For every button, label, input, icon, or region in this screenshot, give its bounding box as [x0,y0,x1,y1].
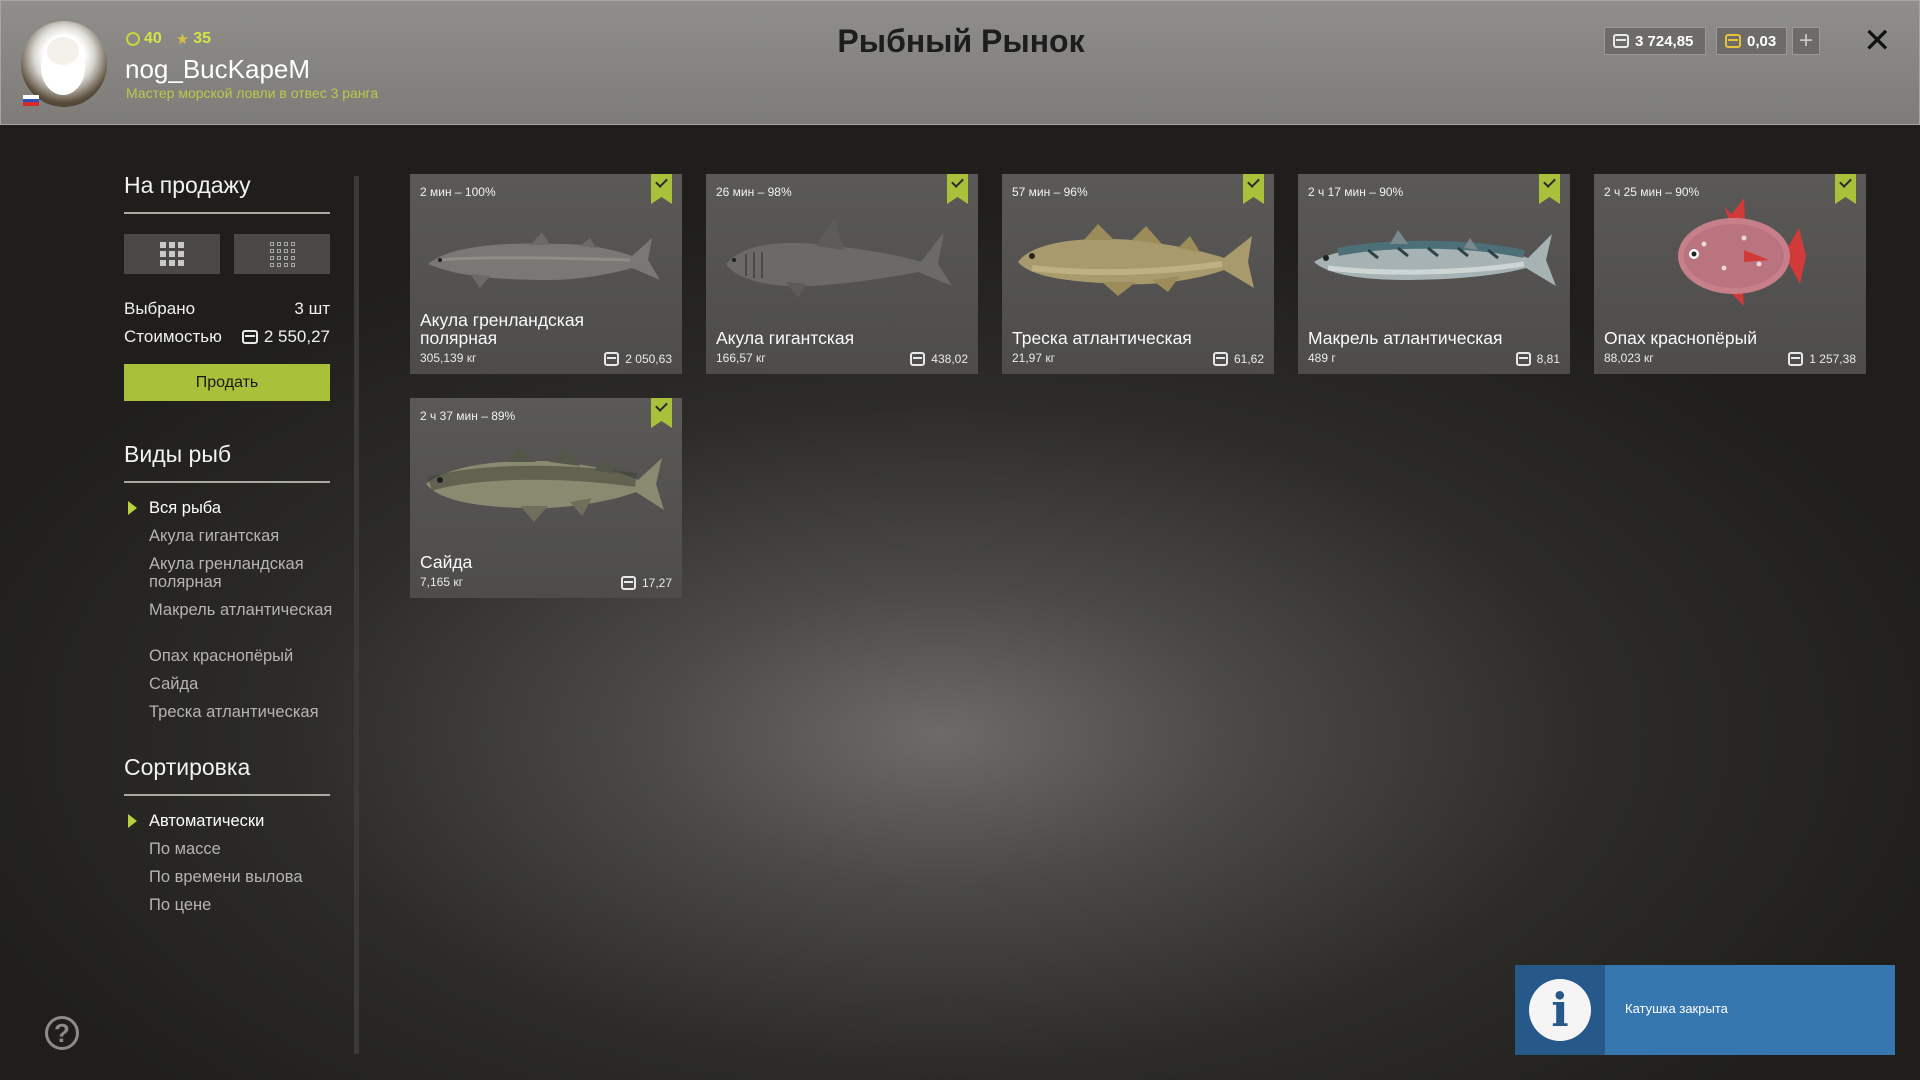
atlantic-mackerel-icon [1314,230,1556,286]
species-item-basking-shark[interactable]: Акула гигантская [149,527,349,545]
notification-icon-box: i [1515,965,1605,1055]
fish-weight: 21,97 кг [1012,351,1055,365]
silver-coins-icon [1613,34,1629,48]
catch-time: 2 ч 37 мин – 89% [420,409,516,423]
atlantic-cod-icon [1018,224,1254,296]
fish-name: Сайда [420,552,473,572]
country-flag-icon [23,95,39,107]
top-bar: 40 ★ 35 nog_BucKapeM Мастер морской ловли… [0,0,1920,125]
silver-coins-icon [241,330,258,344]
sort-divider [124,794,330,796]
greenland-shark-icon [428,232,660,288]
species-item-mackerel[interactable]: Макрель атлантическая [149,601,349,619]
help-button[interactable]: ? [45,1016,79,1050]
sort-item-auto[interactable]: Автоматически [149,812,349,830]
fish-card[interactable]: 2 ч 17 мин – 90% Макрель атлантическая 4… [1298,174,1570,374]
grid-small-icon [269,241,295,267]
species-title: Виды рыб [124,441,232,467]
add-currency-button[interactable]: + [1792,27,1820,55]
silver-coins-icon [910,352,926,366]
species-item-pollock[interactable]: Сайда [149,675,349,693]
fish-name: Опах краснопёрый [1604,328,1757,348]
selected-indicator-icon [128,501,137,515]
for-sale-title: На продажу [124,172,251,198]
fish-card[interactable]: 2 ч 37 мин – 89% Сайда 7,165 кг 17,27 [410,398,682,598]
fish-card[interactable]: 26 мин – 98% Акула гигантская 166,57 кг … [706,174,978,374]
species-item-opah[interactable]: Опах краснопёрый [149,647,349,665]
species-item-cod[interactable]: Треска атлантическая [149,703,349,721]
sort-item-price[interactable]: По цене [149,896,349,914]
basking-shark-icon [726,218,952,298]
fish-card[interactable]: 57 мин – 96% Треска атлантическая 21,97 … [1002,174,1274,374]
silver-coins-icon [620,576,636,590]
notification-toast[interactable]: i Катушка закрыта [1515,965,1895,1055]
fish-price: 438,02 [910,352,968,366]
fish-price: 8,81 [1515,352,1560,366]
fish-weight: 489 г [1308,351,1336,365]
sort-item-time[interactable]: По времени вылова [149,868,349,886]
catch-time: 2 ч 17 мин – 90% [1308,185,1404,199]
fish-name: Треска атлантическая [1012,328,1192,348]
small-grid-view-button[interactable] [234,234,330,274]
fish-weight: 7,165 кг [420,575,463,589]
fish-card[interactable]: 2 ч 25 мин – 90% Опах краснопёрый 88,023… [1594,174,1866,374]
fish-weight: 88,023 кг [1604,351,1654,365]
silver-coins-icon [604,352,620,366]
fish-name: Акула гренландская полярная [420,310,585,348]
fish-price: 2 050,63 [604,352,672,366]
gold-balance: 0,03 [1716,27,1787,55]
player-rank: Мастер морской ловли в отвес 3 ранга [126,85,379,101]
silver-coins-icon [1212,352,1228,366]
gold-coins-icon [1725,34,1741,48]
notification-message: Катушка закрыта [1625,1001,1728,1016]
large-grid-view-button[interactable] [124,234,220,274]
grid-large-icon [160,242,184,266]
fish-price: 1 257,38 [1788,352,1856,366]
fish-name: Макрель атлантическая [1308,328,1503,348]
pollock-icon [426,446,664,522]
silver-balance: 3 724,85 [1604,27,1706,55]
for-sale-divider [124,212,330,214]
fish-price: 61,62 [1212,352,1264,366]
selected-count: 3 шт [294,299,330,318]
opah-icon [1678,198,1806,306]
fish-price: 17,27 [620,576,672,590]
sell-button[interactable]: Продать [124,364,330,401]
species-item-greenland-shark[interactable]: Акула гренландская полярная [149,555,349,591]
fish-card[interactable]: 2 мин – 100% Акула гренландская полярная… [410,174,682,374]
selected-label: Выбрано [124,299,196,318]
catch-time: 2 ч 25 мин – 90% [1604,185,1700,199]
fish-weight: 305,139 кг [420,351,477,365]
silver-coins-icon [1515,352,1531,366]
species-divider [124,481,330,483]
selected-indicator-icon [128,814,137,828]
species-item-all[interactable]: Вся рыба [149,499,349,517]
silver-coins-icon [1788,352,1804,366]
cost-label: Стоимостью [124,327,222,346]
sort-title: Сортировка [124,754,251,780]
fish-weight: 166,57 кг [716,351,766,365]
fish-name: Акула гигантская [716,328,855,348]
catch-time: 26 мин – 98% [716,185,792,199]
catch-time: 57 мин – 96% [1012,185,1088,199]
catch-time: 2 мин – 100% [420,185,496,199]
panel-divider [354,176,359,1054]
cost-value: 2 550,27 [241,327,330,347]
sort-item-mass[interactable]: По массе [149,840,349,858]
close-button[interactable]: ✕ [1863,21,1892,61]
info-icon: i [1529,979,1591,1041]
